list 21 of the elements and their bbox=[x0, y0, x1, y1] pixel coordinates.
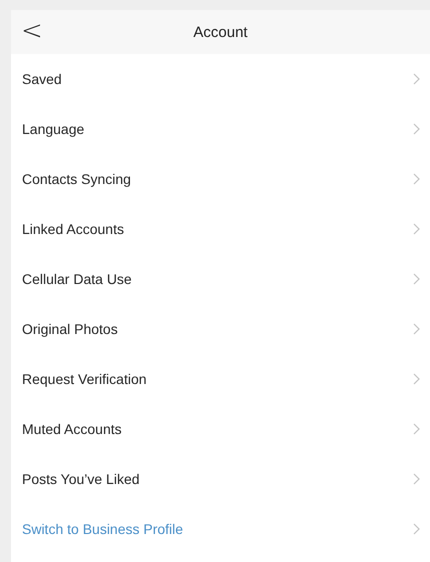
chevron-right-icon bbox=[413, 123, 420, 135]
settings-item[interactable]: Contacts Syncing bbox=[11, 154, 430, 204]
chevron-right-icon bbox=[413, 273, 420, 285]
chevron-right-icon bbox=[413, 373, 420, 385]
settings-item[interactable]: Language bbox=[11, 104, 430, 154]
settings-item[interactable]: Linked Accounts bbox=[11, 204, 430, 254]
settings-item[interactable]: Cellular Data Use bbox=[11, 254, 430, 304]
chevron-right-icon bbox=[413, 223, 420, 235]
chevron-right-icon bbox=[413, 173, 420, 185]
settings-item[interactable]: Posts You’ve Liked bbox=[11, 454, 430, 504]
chevron-right-icon bbox=[413, 523, 420, 535]
settings-item[interactable]: Saved bbox=[11, 54, 430, 104]
settings-item[interactable]: Muted Accounts bbox=[11, 404, 430, 454]
back-button[interactable]: < bbox=[15, 16, 49, 46]
screen-title: Account bbox=[193, 24, 248, 40]
chevron-right-icon bbox=[413, 473, 420, 485]
chevron-right-icon bbox=[413, 423, 420, 435]
chevron-right-icon bbox=[413, 323, 420, 335]
chevron-right-icon bbox=[413, 73, 420, 85]
settings-item[interactable]: Original Photos bbox=[11, 304, 430, 354]
settings-item[interactable]: Request Verification bbox=[11, 354, 430, 404]
